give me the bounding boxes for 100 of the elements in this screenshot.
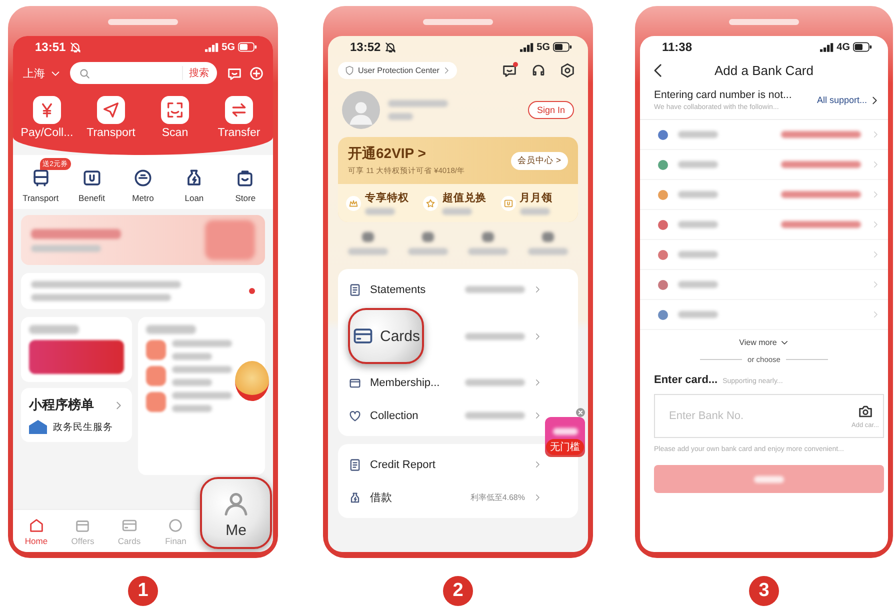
- blurred-text: [422, 232, 434, 242]
- blurred-text: [408, 248, 448, 255]
- menu-row[interactable]: Membership...: [348, 366, 542, 399]
- blurred-text: [348, 248, 388, 255]
- blurred-text: [362, 232, 374, 242]
- blurred-text: [678, 311, 718, 318]
- perk-title[interactable]: 超值兑换: [442, 191, 486, 205]
- status-time: 11:38: [662, 40, 692, 54]
- network-label: 5G: [222, 42, 235, 52]
- step-number: 3: [749, 576, 779, 606]
- blurred-text: [465, 412, 525, 419]
- city-selector[interactable]: 上海: [23, 66, 45, 80]
- close-icon[interactable]: [576, 408, 585, 417]
- vip-title[interactable]: 开通62VIP >: [348, 145, 465, 163]
- chevron-right-icon: [871, 310, 880, 319]
- step-number: 2: [443, 576, 473, 606]
- battery-icon: [238, 42, 257, 52]
- paper-plane-icon: [101, 100, 121, 120]
- money-bag-icon: [348, 490, 362, 504]
- blurred-text: [482, 232, 494, 242]
- settings-icon[interactable]: [559, 62, 576, 79]
- status-time: 13:51: [35, 40, 66, 54]
- search-field[interactable]: 搜索: [70, 62, 217, 84]
- blurred-text: [388, 100, 448, 107]
- search-icon: [78, 66, 91, 80]
- blurred-text: [172, 366, 232, 373]
- blurred-text: [465, 332, 525, 340]
- menu-row[interactable]: Credit Report: [348, 448, 542, 481]
- action-tile[interactable]: [97, 96, 125, 124]
- signal-icon: [204, 42, 219, 52]
- perk-title[interactable]: 专享特权: [365, 191, 409, 205]
- chevron-right-icon: [533, 411, 542, 420]
- chevron-right-icon: [533, 285, 542, 294]
- blurred-text: [442, 208, 472, 215]
- blurred-text: [678, 131, 718, 138]
- perk-title[interactable]: 月月领: [520, 191, 553, 205]
- blurred-text: [172, 392, 232, 399]
- blurred-text: [465, 286, 525, 293]
- blurred-text: [678, 221, 718, 228]
- service-label: Metro: [132, 193, 154, 203]
- tab[interactable]: Home: [13, 516, 60, 546]
- action-tile[interactable]: [161, 96, 189, 124]
- card-number-input[interactable]: Enter Bank No.: [667, 409, 852, 423]
- promo-sticker[interactable]: 无门槛: [545, 417, 585, 457]
- chevron-right-icon: [533, 460, 542, 469]
- chevron-right-icon: [871, 250, 880, 259]
- blurred-text: [388, 113, 413, 120]
- signal-icon: [820, 42, 834, 52]
- blurred-text: [146, 325, 196, 334]
- menu-row[interactable]: Collection: [348, 399, 542, 432]
- camera-icon[interactable]: [856, 403, 874, 420]
- signal-icon: [520, 42, 534, 52]
- service-label: Transport: [22, 193, 59, 203]
- chevron-right-icon: [871, 130, 880, 139]
- service-label: Store: [235, 193, 256, 203]
- blurred-text: [172, 353, 212, 360]
- document-icon: [348, 458, 362, 472]
- blurred-text: [678, 281, 718, 288]
- home-icon: [28, 516, 45, 534]
- step-number: 1: [128, 576, 158, 606]
- product-thumbnail: [146, 366, 166, 386]
- notification-dot: [513, 62, 518, 67]
- all-supported-link[interactable]: All support...: [816, 95, 867, 105]
- action-label: Pay/Coll...: [20, 127, 74, 139]
- notification-dot: [249, 288, 255, 294]
- chevron-right-icon: [442, 66, 452, 75]
- action-tile[interactable]: [33, 96, 61, 124]
- chevron-right-icon: [871, 220, 880, 229]
- blurred-text: [678, 251, 718, 258]
- coin-icon: [167, 516, 184, 534]
- chevron-right-icon: [533, 493, 542, 502]
- blurred-text: [552, 428, 578, 435]
- chevron-right-icon: [533, 332, 542, 340]
- muted-bell-icon: [68, 40, 82, 54]
- blurred-text: [520, 208, 550, 215]
- blurred-text: [172, 379, 212, 386]
- service-label: Loan: [184, 193, 204, 203]
- mini-program-item[interactable]: 政务民生服务: [53, 420, 113, 434]
- me-tab[interactable]: Me: [200, 477, 272, 549]
- view-more-link[interactable]: View more: [739, 338, 777, 347]
- user-protection-link[interactable]: User Protection Center: [338, 62, 458, 79]
- search-button[interactable]: 搜索: [182, 66, 209, 80]
- action-label: Scan: [162, 127, 188, 139]
- action-tile[interactable]: [225, 96, 253, 124]
- menu-row[interactable]: Statements: [348, 273, 542, 306]
- chevron-right-icon: [871, 280, 880, 289]
- blurred-text: [542, 232, 554, 242]
- blurred-text: [365, 208, 395, 215]
- speaker-slot: [423, 19, 493, 25]
- battery-icon: [853, 42, 872, 52]
- add-icon[interactable]: [248, 64, 265, 82]
- section-title: Enter card...: [654, 374, 718, 386]
- building-icon: [29, 420, 47, 434]
- member-center-button[interactable]: 会员中心 >: [510, 152, 568, 170]
- menu-row[interactable]: 借款 利率低至4.68%: [348, 481, 542, 514]
- speaker-slot: [729, 19, 799, 25]
- blurred-text: [678, 191, 718, 198]
- menu-row[interactable]: Cards: [348, 306, 542, 366]
- sign-in-button[interactable]: Sign In: [528, 101, 574, 119]
- scan-icon: [165, 100, 185, 120]
